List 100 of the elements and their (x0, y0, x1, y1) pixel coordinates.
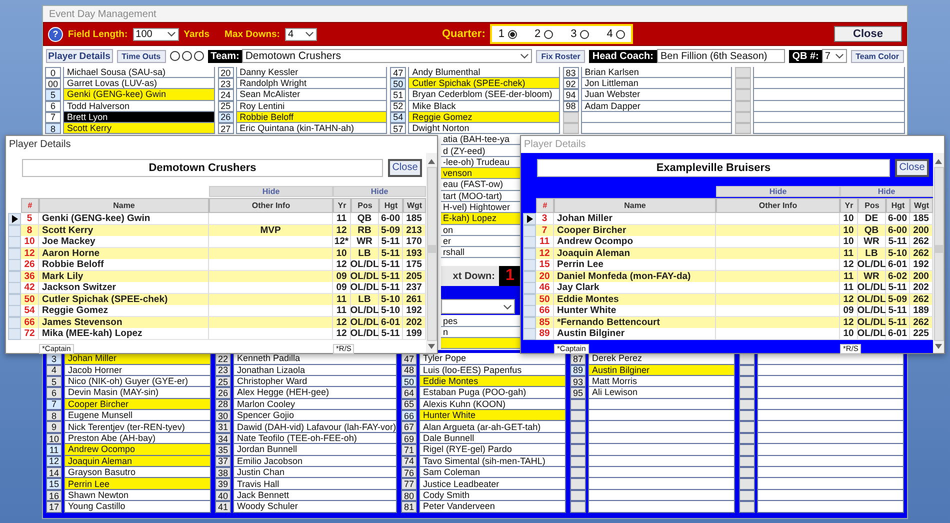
player-name[interactable]: Matt Morris (588, 376, 735, 388)
player-name[interactable]: Tyler Pope (419, 353, 566, 365)
player-name[interactable]: Nico (NIK-oh) Guyer (GYE-er) (64, 376, 211, 388)
player-name[interactable]: Spencer Gojio (232, 410, 398, 422)
player-name[interactable]: Bryan Cederblom (SEE-der-bloom) (408, 89, 560, 101)
radio-button[interactable] (508, 30, 516, 38)
scroll-thumb[interactable] (428, 245, 436, 254)
player-name[interactable]: Hunter White (419, 410, 566, 422)
radio-button[interactable] (544, 30, 553, 38)
empty-slot[interactable] (757, 490, 904, 502)
scroll-thumb[interactable] (934, 245, 942, 254)
player-name[interactable]: Juan Webster (580, 89, 732, 101)
player-name[interactable]: Adam Dapper (580, 100, 732, 112)
player-name[interactable]: Young Castillo (64, 501, 211, 513)
timeout-radio[interactable] (182, 51, 192, 61)
player-name[interactable]: Derek Perez (588, 353, 735, 365)
player-name[interactable]: Dwight Norton (408, 122, 560, 134)
empty-slot[interactable] (757, 444, 904, 456)
player-name[interactable]: Preston Abe (AH-bay) (64, 432, 211, 444)
close-button[interactable]: Close (388, 159, 422, 177)
player-name[interactable]: Michael Sousa (SAU-sa) (63, 67, 215, 78)
player-name[interactable]: Ali Lewison (588, 387, 735, 399)
hide-button[interactable]: Hide (209, 186, 333, 197)
empty-slot[interactable] (757, 410, 904, 422)
team-dropdown[interactable]: Demotown Crushers (242, 49, 532, 63)
player-name[interactable]: Marlon Cooley (232, 398, 398, 410)
radio-button[interactable] (580, 30, 589, 38)
quarter-option[interactable]: 2 (534, 28, 553, 40)
player-name[interactable]: rshall (441, 247, 521, 258)
player-name[interactable]: Joaquin Aleman (64, 456, 211, 468)
player-name[interactable]: Reggie Gomez (408, 112, 560, 123)
player-name[interactable]: Cooper Bircher (64, 398, 211, 410)
close-button[interactable]: Close (895, 159, 929, 177)
player-name[interactable]: Alex Hegge (HEH-gee) (232, 387, 398, 399)
close-button[interactable]: Close (834, 26, 902, 42)
empty-slot[interactable] (757, 456, 904, 468)
player-name[interactable]: d (ZY-eed) (441, 145, 521, 157)
empty-slot[interactable] (757, 432, 904, 444)
player-name[interactable]: on (441, 224, 521, 236)
dropdown[interactable] (441, 299, 515, 314)
player-name[interactable]: Eugene Munsell (64, 410, 211, 422)
empty-slot[interactable] (757, 421, 904, 433)
player-name[interactable]: tart (MOO-tart) (441, 190, 521, 202)
player-name[interactable]: Peter Vanderveen (419, 501, 566, 513)
player-name[interactable]: Shawn Newton (64, 490, 211, 502)
player-name[interactable]: Mike Black (408, 100, 560, 112)
player-name[interactable]: Danny Kessler (236, 67, 388, 78)
player-name[interactable]: Emilio Jacobson (232, 456, 398, 468)
player-name[interactable]: Garret Lovas (LUV-as) (63, 78, 215, 90)
player-name[interactable]: Cutler Spichak (SPEE-chek) (408, 78, 560, 90)
player-name[interactable]: Eddie Montes (419, 376, 566, 388)
player-name[interactable]: H-vel) Hightower (441, 202, 521, 214)
player-name[interactable]: -lee-oh) Trudeau (441, 156, 521, 168)
player-name[interactable]: Devin Masin (MAY-sin) (64, 387, 211, 399)
timeout-radio[interactable] (170, 51, 180, 61)
quarter-option[interactable]: 1 (498, 28, 516, 40)
fix-roster-button[interactable]: Fix Roster (536, 50, 586, 62)
empty-slot[interactable] (757, 467, 904, 478)
player-name[interactable]: Johan Miller (64, 353, 211, 365)
player-name[interactable]: atia (BAH-tee-ya (441, 134, 521, 146)
scrollbar[interactable] (933, 153, 944, 353)
empty-slot[interactable] (757, 387, 904, 399)
player-name[interactable]: Andrew Ocompo (64, 444, 211, 456)
quarter-option[interactable]: 4 (606, 28, 625, 40)
empty-slot[interactable] (757, 353, 904, 365)
player-name[interactable]: venson (441, 168, 521, 180)
player-name[interactable]: Cody Smith (419, 490, 566, 502)
scrollbar[interactable] (426, 153, 437, 353)
player-name[interactable]: Jordan Bunnell (232, 444, 398, 456)
player-name[interactable]: Justice Leadbeater (419, 478, 566, 490)
player-name[interactable]: Todd Halverson (63, 100, 215, 112)
player-name[interactable]: eau (FAST-ow) (441, 179, 521, 191)
empty-slot[interactable] (757, 376, 904, 388)
player-name[interactable]: Grayson Basutro (64, 467, 211, 478)
player-details-button[interactable]: Player Details (46, 49, 113, 63)
player-name[interactable]: Alan Argueta (ar-ah-GET-tah) (419, 421, 566, 433)
player-name[interactable]: Kenneth Padilla (232, 353, 398, 365)
field-length-dropdown[interactable]: 100 (132, 28, 179, 40)
player-name[interactable]: Scott Kerry (63, 122, 215, 134)
player-name[interactable]: Randolph Wright (236, 78, 388, 90)
player-name[interactable]: Alexis Kuhn (KOON) (419, 398, 566, 410)
empty-slot[interactable] (757, 478, 904, 490)
player-name[interactable]: Robbie Beloff (236, 112, 388, 123)
player-name[interactable]: Jonathan Lizaola (232, 364, 398, 376)
player-name[interactable]: Jacob Horner (64, 364, 211, 376)
player-name[interactable]: Nate Teofilo (TEE-oh-FEE-oh) (232, 432, 398, 444)
team-color-button[interactable]: Team Color (850, 50, 904, 62)
hide-button[interactable]: Hide (716, 186, 840, 197)
max-downs-dropdown[interactable]: 4 (284, 28, 317, 40)
player-name[interactable]: Jack Bennett (232, 490, 398, 502)
player-name[interactable]: E-kah) Lopez (441, 213, 521, 224)
empty-slot[interactable] (757, 501, 904, 513)
empty-slot[interactable] (441, 338, 521, 350)
hide-button[interactable]: Hide (840, 186, 933, 197)
hide-button[interactable]: Hide (333, 186, 426, 197)
player-name[interactable]: Jon Littleman (580, 78, 732, 90)
player-name[interactable]: Justin Chan (232, 467, 398, 478)
empty-slot[interactable] (757, 364, 904, 376)
scroll-up-icon[interactable] (935, 159, 942, 164)
player-name[interactable]: Sean McAlister (236, 89, 388, 101)
